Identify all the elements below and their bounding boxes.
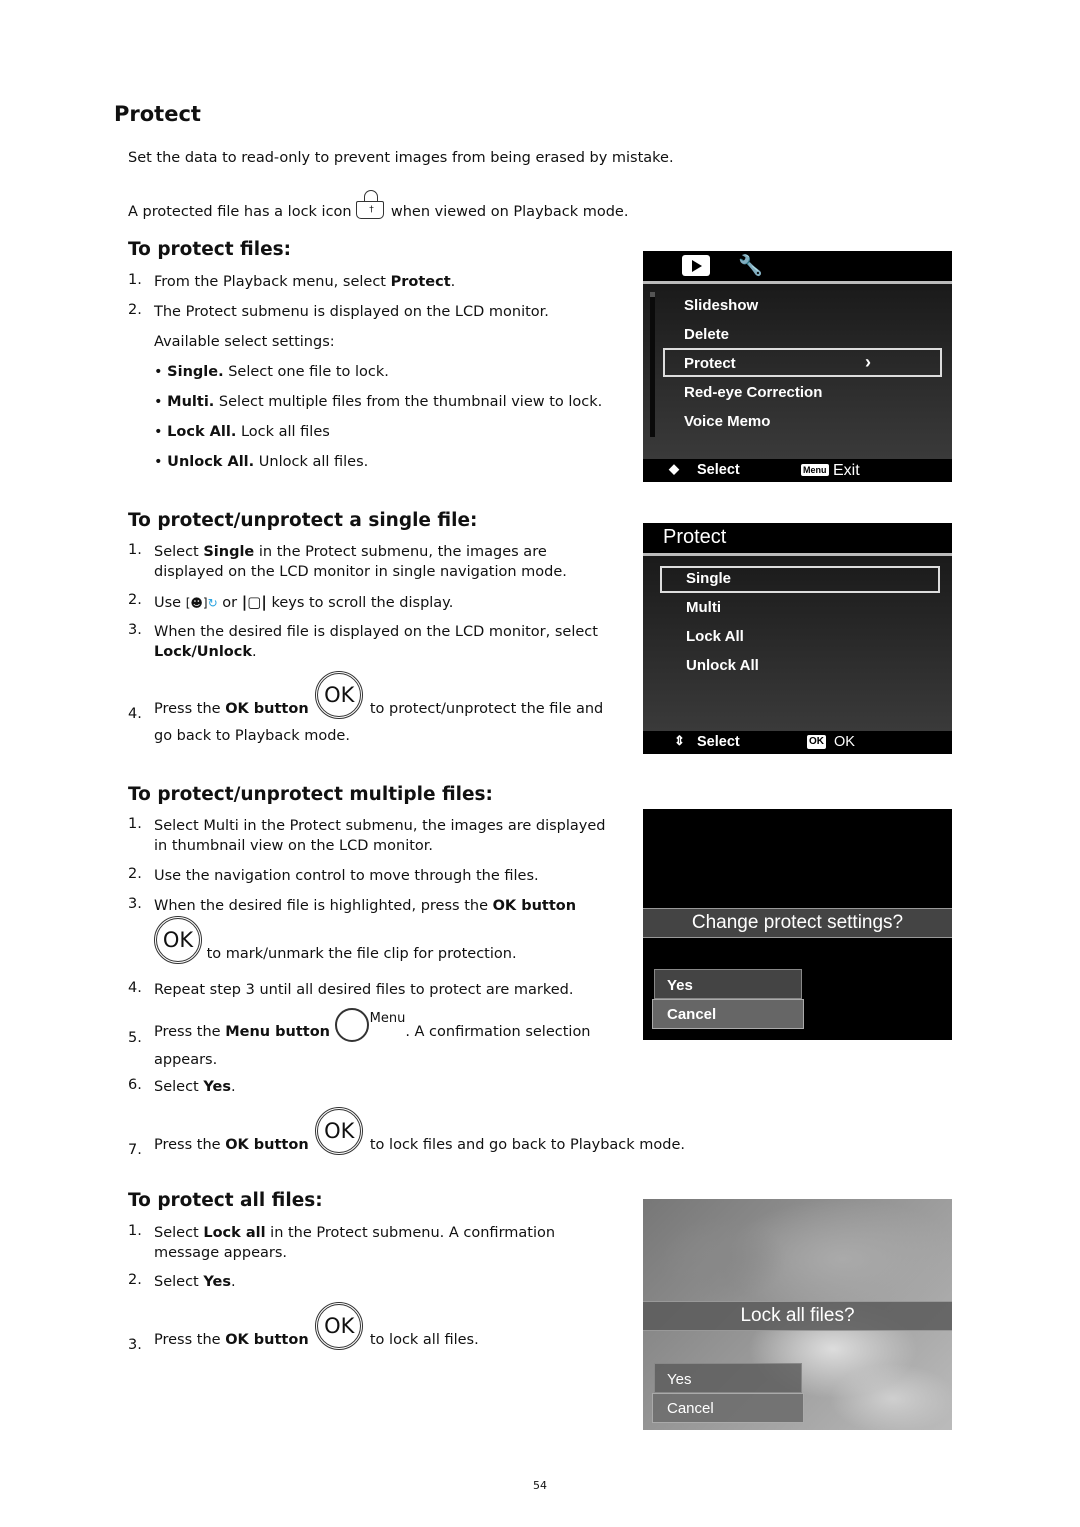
menu-item-multi[interactable]: Multi (686, 599, 721, 616)
step-number: 7. (128, 1142, 142, 1158)
step-number: 4. (128, 706, 142, 722)
option-cancel[interactable]: Cancel (652, 999, 804, 1029)
step-4-line2: go back to Playback mode. (154, 728, 350, 744)
lock-icon-text: A protected file has a lock icon † when … (128, 190, 628, 222)
menu-tab-bar: 🔧 (643, 251, 952, 284)
menu-item-protect[interactable]: Protect (684, 355, 736, 372)
step-number: 1. (128, 1223, 142, 1239)
bullet-multi: • Multi. Select multiple files from the … (154, 394, 603, 410)
step-5-line2: appears. (154, 1052, 218, 1068)
display-key-icon: |▢| (241, 593, 267, 611)
step-2: The Protect submenu is displayed on the … (154, 304, 549, 320)
section-heading-protect-files: To protect files: (128, 239, 292, 260)
ok-badge-icon: OK (807, 735, 826, 749)
step-3-line2: Lock/Unlock. (154, 644, 257, 660)
section-heading-multiple-files: To protect/unprotect multiple files: (128, 784, 493, 805)
step-4: Repeat step 3 until all desired files to… (154, 982, 574, 998)
menu-item-delete[interactable]: Delete (684, 326, 729, 343)
step-number: 2. (128, 302, 142, 318)
step-number: 4. (128, 980, 142, 996)
menu-button-icon (334, 1008, 369, 1042)
step-3: When the desired file is highlighted, pr… (154, 898, 577, 914)
bullet-lock-all: • Lock All. Lock all files (154, 424, 330, 440)
step-number: 2. (128, 866, 142, 882)
footer-exit: Exit (833, 462, 860, 479)
ok-button-icon: OK (315, 1107, 364, 1155)
lock-line-before: A protected file has a lock icon (128, 204, 352, 220)
step-1-line2: displayed on the LCD monitor in single n… (154, 564, 567, 580)
step-number: 5. (128, 1030, 142, 1046)
menu-item-red-eye[interactable]: Red-eye Correction (684, 384, 822, 401)
page-number: 54 (533, 1479, 547, 1492)
intro-text: Set the data to read-only to prevent ima… (128, 150, 674, 166)
menu-item-single[interactable]: Single (686, 570, 731, 587)
menu-label: Menu (369, 1011, 406, 1026)
footer-ok: OK (834, 734, 855, 750)
footer-select: Select (697, 462, 740, 478)
step-6: Select Yes. (154, 1079, 236, 1095)
rotate-icon: ↻ (207, 596, 218, 610)
step-number: 2. (128, 1272, 142, 1288)
step-1: Select Lock all in the Protect submenu. … (154, 1225, 556, 1241)
step-4: Press the OK button OK to protect/unprot… (154, 671, 603, 719)
step-1-line2: message appears. (154, 1245, 287, 1261)
section-heading-all-files: To protect all files: (128, 1190, 323, 1211)
option-yes[interactable]: Yes (654, 969, 802, 999)
step-2: Select Yes. (154, 1274, 236, 1290)
confirm-prompt: Change protect settings? (643, 908, 952, 938)
step-number: 3. (128, 622, 142, 638)
lcd-change-protect-dialog: Change protect settings? Yes Cancel (643, 809, 952, 1040)
lock-icon: † (356, 190, 386, 220)
menu-item-unlock-all[interactable]: Unlock All (686, 657, 759, 674)
lcd-protect-submenu: Protect Single Multi Lock All Unlock All… (643, 523, 952, 754)
step-number: 2. (128, 592, 142, 608)
menu-item-slideshow[interactable]: Slideshow (684, 297, 758, 314)
option-yes[interactable]: Yes (654, 1363, 802, 1393)
step-1: Select Multi in the Protect submenu, the… (154, 818, 606, 834)
step-number: 3. (128, 1337, 142, 1353)
dpad-icon: ◆ (669, 461, 679, 476)
wrench-tab-icon[interactable]: 🔧 (738, 253, 763, 278)
page-title: Protect (114, 102, 201, 126)
lock-line-after: when viewed on Playback mode. (390, 204, 629, 220)
chevron-right-icon: › (865, 352, 871, 372)
section-heading-single-file: To protect/unprotect a single file: (128, 510, 478, 531)
step-5: Press the Menu button Menu. A confirmati… (154, 1008, 591, 1042)
scrollbar[interactable] (650, 292, 655, 437)
submenu-title: Protect (663, 526, 727, 548)
footer-select: Select (697, 734, 740, 750)
step-number: 1. (128, 272, 142, 288)
ok-button-icon: OK (315, 1302, 364, 1350)
confirm-prompt: Lock all files? (643, 1301, 952, 1331)
up-down-icon: ⇕ (674, 733, 685, 748)
step-number: 1. (128, 542, 142, 558)
step-3: When the desired file is displayed on th… (154, 624, 598, 640)
option-cancel[interactable]: Cancel (652, 1393, 804, 1423)
face-detect-key-icon: [☻] (185, 596, 208, 610)
step-1-line2: in thumbnail view on the LCD monitor. (154, 838, 434, 854)
step-number: 6. (128, 1077, 142, 1093)
step-1: From the Playback menu, select Protect. (154, 274, 456, 290)
step-2: Use the navigation control to move throu… (154, 868, 539, 884)
menu-badge-icon: Menu (801, 464, 829, 476)
playback-tab-icon[interactable] (682, 255, 710, 276)
ok-button-icon: OK (315, 671, 364, 719)
step-number: 1. (128, 816, 142, 832)
step-2-sub: Available select settings: (154, 334, 335, 350)
step-1: Select Single in the Protect submenu, th… (154, 544, 547, 560)
menu-item-voice-memo[interactable]: Voice Memo (684, 413, 770, 430)
step-3: Press the OK button OK to lock all files… (154, 1302, 479, 1350)
bullet-unlock-all: • Unlock All. Unlock all files. (154, 454, 369, 470)
step-2: Use [☻]↻ or |▢| keys to scroll the displ… (154, 593, 454, 611)
bullet-single: • Single. Select one file to lock. (154, 364, 389, 380)
menu-item-lock-all[interactable]: Lock All (686, 628, 744, 645)
lcd-playback-menu: 🔧 Slideshow Delete Protect › Red-eye Cor… (643, 251, 952, 482)
lcd-lock-all-dialog: Lock all files? Yes Cancel (643, 1199, 952, 1430)
step-7: Press the OK button OK to lock files and… (154, 1107, 685, 1155)
ok-button-icon: OK (154, 916, 202, 964)
step-3-line2: OK to mark/unmark the file clip for prot… (154, 916, 517, 964)
step-number: 3. (128, 896, 142, 912)
